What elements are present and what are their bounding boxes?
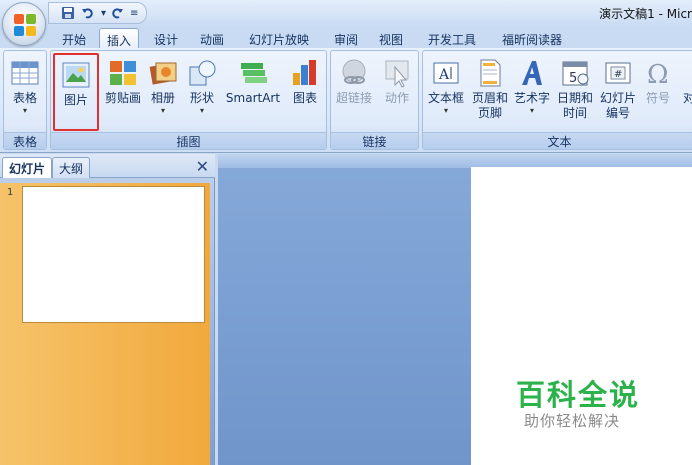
tab-outline[interactable]: 大纲 xyxy=(52,157,91,178)
undo-button[interactable] xyxy=(79,4,97,22)
slide-thumbnail[interactable] xyxy=(22,186,205,323)
tab-foxit[interactable]: 福昕阅读器 xyxy=(492,28,572,48)
chevron-down-icon: ▾ xyxy=(160,106,165,115)
chevron-down-icon: ▾ xyxy=(443,106,448,115)
symbol-button[interactable]: Ω 符号 xyxy=(641,53,675,131)
save-button[interactable] xyxy=(59,4,77,22)
tab-slideshow[interactable]: 幻灯片放映 xyxy=(240,28,318,48)
redo-button[interactable] xyxy=(108,4,126,22)
office-button[interactable] xyxy=(2,2,46,46)
picture-icon xyxy=(62,62,90,88)
slides-pane: 幻灯片 大纲 ✕ 1 xyxy=(0,154,215,465)
slide-number-icon: # xyxy=(605,62,631,84)
group-label-tables: 表格 xyxy=(4,132,46,149)
close-icon[interactable]: ✕ xyxy=(196,157,209,176)
chevron-down-icon[interactable]: ▾ xyxy=(101,8,106,19)
clipart-button[interactable]: 剪贴画 xyxy=(101,53,145,131)
group-links: 超链接 动作 链接 xyxy=(330,50,419,150)
tab-view[interactable]: 视图 xyxy=(372,28,410,48)
customize-qat-icon[interactable]: ≡ xyxy=(130,8,138,19)
calendar-icon: 5 xyxy=(562,61,589,86)
shapes-button[interactable]: 形状 ▾ xyxy=(184,53,220,131)
watermark-title: 百科全说 xyxy=(516,378,641,412)
header-footer-button[interactable]: 页眉和 页脚 xyxy=(468,53,512,131)
svg-text:Ω: Ω xyxy=(647,60,669,89)
group-label-links: 链接 xyxy=(331,132,418,149)
tab-home[interactable]: 开始 xyxy=(55,28,93,48)
slide-editor xyxy=(218,154,692,465)
chevron-down-icon: ▾ xyxy=(529,106,534,115)
album-button[interactable]: 相册 ▾ xyxy=(146,53,180,131)
undo-icon xyxy=(82,8,93,19)
datetime-button[interactable]: 5 日期和 时间 xyxy=(553,53,597,131)
picture-button[interactable]: 图片 xyxy=(53,53,99,131)
svg-text:A: A xyxy=(438,67,450,83)
group-illustrations: 图片 剪贴画 相册 ▾ 形状 ▾ SmartArt 图表 插图 xyxy=(50,50,327,150)
object-button[interactable]: 对 xyxy=(677,53,692,131)
ribbon: 表格 ▾ 表格 图片 剪贴画 相册 ▾ 形状 ▾ SmartArt 图表 插图 … xyxy=(0,48,692,153)
chart-icon xyxy=(293,60,316,85)
smartart-button[interactable]: SmartArt xyxy=(223,53,283,131)
tab-animation[interactable]: 动画 xyxy=(193,28,231,48)
svg-text:#: # xyxy=(614,69,622,80)
tab-slides[interactable]: 幻灯片 xyxy=(2,157,53,178)
table-icon xyxy=(11,61,39,85)
action-button[interactable]: 动作 xyxy=(377,53,417,131)
ribbon-tabs: 开始 插入 设计 动画 幻灯片放映 审阅 视图 开发工具 福昕阅读器 xyxy=(0,27,692,48)
clipart-icon xyxy=(110,61,136,85)
action-icon xyxy=(385,60,409,88)
header-footer-icon xyxy=(480,59,501,87)
group-label-illustrations: 插图 xyxy=(51,132,326,149)
save-icon xyxy=(62,7,74,19)
textbox-button[interactable]: A 文本框 ▾ xyxy=(425,53,467,131)
wordart-button[interactable]: 艺术字 ▾ xyxy=(512,53,552,131)
slide-number-button[interactable]: # 幻灯片 编号 xyxy=(596,53,640,131)
group-text: A 文本框 ▾ 页眉和 页脚 艺术字 ▾ 5 日期和 时间 # 幻灯片 编号 Ω… xyxy=(422,50,692,150)
redo-icon xyxy=(112,8,124,19)
omega-icon: Ω xyxy=(647,60,669,90)
table-button[interactable]: 表格 ▾ xyxy=(6,53,44,131)
wordart-icon xyxy=(522,61,542,85)
tab-design[interactable]: 设计 xyxy=(147,28,185,48)
photo-album-icon xyxy=(149,62,177,85)
tab-developer[interactable]: 开发工具 xyxy=(420,28,484,48)
group-tables: 表格 ▾ 表格 xyxy=(3,50,47,150)
shapes-icon xyxy=(189,60,216,86)
chart-button[interactable]: 图表 xyxy=(286,53,324,131)
chevron-down-icon: ▾ xyxy=(199,106,204,115)
watermark-subtitle: 助你轻松解决 xyxy=(524,412,621,430)
pane-tabs: 幻灯片 大纲 ✕ xyxy=(0,154,215,178)
editor-top-strip xyxy=(218,154,692,168)
hyperlink-icon xyxy=(342,59,366,84)
tab-review[interactable]: 审阅 xyxy=(327,28,365,48)
window-title: 演示文稿1 - Micr xyxy=(599,7,692,21)
hyperlink-button[interactable]: 超链接 xyxy=(333,53,375,131)
tab-insert[interactable]: 插入 xyxy=(99,28,139,48)
slide-number: 1 xyxy=(7,187,14,198)
svg-text:5: 5 xyxy=(569,71,577,86)
smartart-icon xyxy=(241,63,267,83)
title-bar: ▾ ≡ 演示文稿1 - Micr xyxy=(0,0,692,27)
chevron-down-icon: ▾ xyxy=(22,106,27,115)
quick-access-toolbar: ▾ ≡ xyxy=(48,2,148,24)
group-label-text: 文本 xyxy=(423,132,692,149)
office-logo-icon xyxy=(14,14,36,36)
textbox-icon: A xyxy=(433,62,459,84)
